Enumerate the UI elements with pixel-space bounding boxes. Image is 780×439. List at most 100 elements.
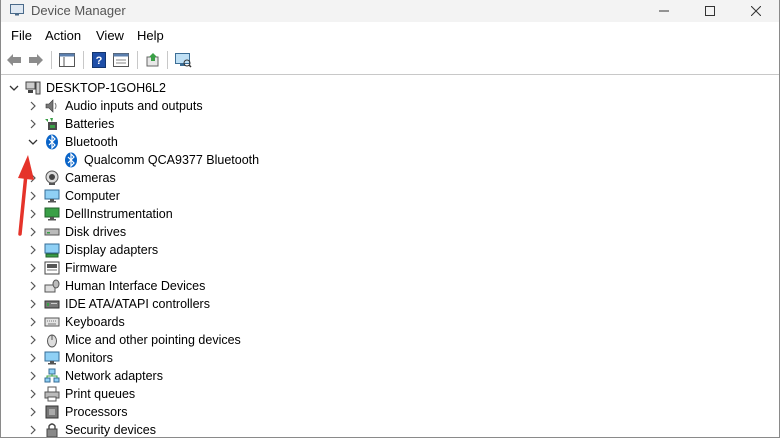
chevron-down-icon[interactable]: [27, 136, 39, 148]
chevron-down-icon[interactable]: [8, 82, 20, 94]
mouse-icon: [47, 334, 57, 348]
chevron-right-icon[interactable]: [27, 316, 39, 328]
tree-item-ide[interactable]: IDE ATA/ATAPI controllers: [1, 295, 779, 313]
back-button[interactable]: [4, 50, 24, 70]
toolbar-separator: [167, 51, 168, 69]
tree-item-display-adapters[interactable]: Display adapters: [1, 241, 779, 259]
tree-item-disk-drives[interactable]: Disk drives: [1, 223, 779, 241]
tree-item-label: Processors: [65, 405, 128, 419]
update-driver-button[interactable]: [143, 50, 163, 70]
computer-icon: [25, 81, 41, 95]
menu-bar: File Action View Help: [1, 25, 779, 47]
tree-item-dellinstrumentation[interactable]: DellInstrumentation: [1, 205, 779, 223]
tree-item-label: Human Interface Devices: [65, 279, 206, 293]
maximize-button[interactable]: [687, 0, 733, 22]
ide-icon: [44, 300, 60, 309]
monitor-icon: [44, 189, 60, 203]
toolbar-separator: [137, 51, 138, 69]
toolbar: ?: [1, 47, 779, 73]
minimize-button[interactable]: [641, 0, 687, 22]
security-icon: [46, 423, 58, 437]
maximize-icon: [705, 6, 715, 16]
chevron-right-icon[interactable]: [27, 226, 39, 238]
chevron-right-icon[interactable]: [27, 298, 39, 310]
close-button[interactable]: [733, 0, 779, 22]
toolbar-separator: [83, 51, 84, 69]
chevron-right-icon[interactable]: [27, 190, 39, 202]
window-title: Device Manager: [31, 3, 126, 18]
scan-hardware-button[interactable]: [173, 50, 193, 70]
tree-item-label: Network adapters: [65, 369, 163, 383]
chevron-right-icon[interactable]: [27, 100, 39, 112]
scan-hardware-icon: [175, 53, 192, 68]
menu-action[interactable]: Action: [45, 28, 81, 43]
chevron-right-icon[interactable]: [27, 262, 39, 274]
forward-button[interactable]: [26, 50, 46, 70]
chevron-right-icon[interactable]: [27, 370, 39, 382]
chevron-right-icon[interactable]: [27, 424, 39, 436]
monitor-icon: [44, 351, 60, 365]
tree-item-label: Disk drives: [65, 225, 127, 239]
tree-item-network-adapters[interactable]: Network adapters: [1, 367, 779, 385]
properties-icon: [113, 53, 129, 67]
tree-item-batteries[interactable]: Batteries: [1, 115, 779, 133]
chevron-right-icon[interactable]: [27, 334, 39, 346]
tree-item-label: IDE ATA/ATAPI controllers: [65, 297, 210, 311]
display-adapter-icon: [44, 243, 60, 258]
chevron-right-icon[interactable]: [27, 280, 39, 292]
show-hide-console-tree-button[interactable]: [57, 50, 77, 70]
chevron-right-icon[interactable]: [27, 406, 39, 418]
tree-item-print-queues[interactable]: Print queues: [1, 385, 779, 403]
tree-item-keyboards[interactable]: Keyboards: [1, 313, 779, 331]
menu-help[interactable]: Help: [137, 28, 164, 43]
tree-item-security-devices[interactable]: Security devices: [1, 421, 779, 437]
device-manager-window: Device Manager File Action View Help ? D…: [0, 0, 780, 438]
tree-item-processors[interactable]: Processors: [1, 403, 779, 421]
tree-item-label: Firmware: [65, 261, 118, 275]
tree-item-monitors[interactable]: Monitors: [1, 349, 779, 367]
hid-icon: [44, 279, 60, 293]
tree-item-computer[interactable]: Computer: [1, 187, 779, 205]
forward-arrow-icon: [29, 54, 43, 66]
speaker-icon: [45, 99, 57, 113]
help-icon: ?: [92, 52, 106, 68]
device-manager-app-icon: [10, 4, 24, 16]
tree-item-cameras[interactable]: Cameras: [1, 169, 779, 187]
minimize-icon: [659, 10, 669, 12]
tree-item-audio[interactable]: Audio inputs and outputs: [1, 97, 779, 115]
svg-text:?: ?: [96, 55, 103, 67]
tree-item-label: Qualcomm QCA9377 Bluetooth: [84, 153, 260, 167]
chevron-right-icon[interactable]: [27, 352, 39, 364]
tree-item-mice[interactable]: Mice and other pointing devices: [1, 331, 779, 349]
tree-item-label: Security devices: [65, 423, 157, 437]
monitor-icon: [44, 207, 60, 221]
toolbar-separator: [51, 51, 52, 69]
computer-name: DESKTOP-1GOH6L2: [46, 81, 166, 95]
disk-icon: [44, 228, 60, 236]
console-tree-icon: [59, 53, 75, 67]
printer-icon: [44, 386, 60, 402]
tree-item-qualcomm-bluetooth[interactable]: Qualcomm QCA9377 Bluetooth: [1, 151, 779, 169]
properties-button[interactable]: [111, 50, 131, 70]
chevron-right-icon[interactable]: [27, 244, 39, 256]
network-icon: [44, 368, 60, 383]
chevron-right-icon[interactable]: [27, 172, 39, 184]
tree-item-hid[interactable]: Human Interface Devices: [1, 277, 779, 295]
tree-root[interactable]: DESKTOP-1GOH6L2: [1, 79, 779, 97]
menu-view[interactable]: View: [96, 28, 124, 43]
chevron-right-icon[interactable]: [27, 118, 39, 130]
tree-item-firmware[interactable]: Firmware: [1, 259, 779, 277]
bluetooth-icon: [65, 152, 77, 168]
camera-icon: [45, 170, 59, 185]
menu-file[interactable]: File: [11, 28, 32, 43]
tree-item-bluetooth[interactable]: Bluetooth: [1, 133, 779, 151]
tree-item-label: Cameras: [65, 171, 116, 185]
toolbar-divider: [1, 74, 779, 75]
update-driver-icon: [146, 53, 159, 67]
chevron-right-icon[interactable]: [27, 208, 39, 220]
tree-item-label: Monitors: [65, 351, 113, 365]
help-button[interactable]: ?: [89, 50, 109, 70]
bluetooth-icon: [46, 134, 58, 150]
chevron-right-icon[interactable]: [27, 388, 39, 400]
back-arrow-icon: [7, 54, 21, 66]
